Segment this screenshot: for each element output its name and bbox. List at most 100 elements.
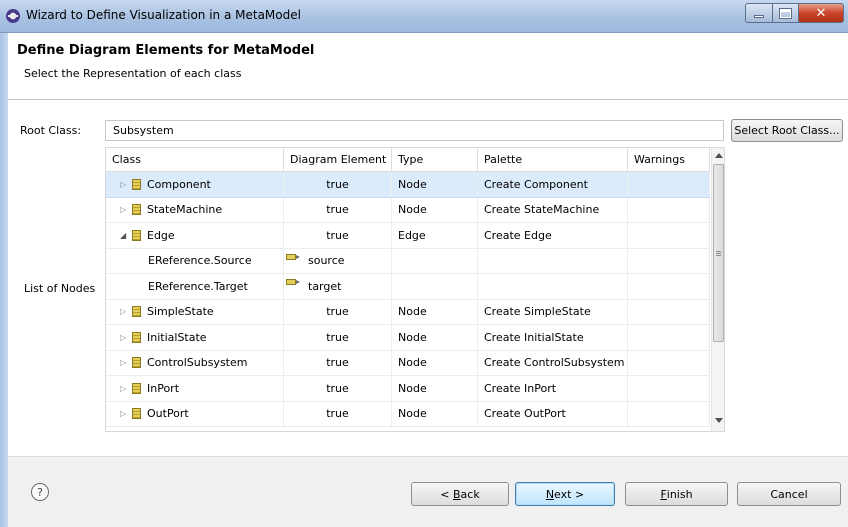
table-row[interactable]: ▷ SimpleState true Node Create SimpleState [106,299,710,325]
expand-arrow-icon[interactable]: ▷ [120,384,130,393]
column-header-type[interactable]: Type [392,148,478,172]
expand-arrow-icon[interactable]: ▷ [120,333,130,342]
cell-palette[interactable]: Create ControlSubsystem [478,350,628,375]
table-row[interactable]: ▷ InitialState true Node Create InitialState [106,325,710,351]
cell-diagram-element[interactable]: true [284,376,392,401]
table-row[interactable]: ▷ ControlSubsystem true Node Create ControlS… [106,350,710,376]
cell-palette[interactable]: Create Edge [478,223,628,248]
help-icon[interactable]: ? [31,483,49,501]
cell-warnings[interactable] [628,223,710,248]
cell-type[interactable]: Node [392,376,478,401]
cell-type[interactable]: Node [392,325,478,350]
cell-warnings[interactable] [628,376,710,401]
cell-palette[interactable]: Create StateMachine [478,197,628,222]
cell-type[interactable]: Node [392,350,478,375]
vertical-scrollbar[interactable] [711,148,724,431]
cell-type[interactable] [392,248,478,273]
cell-warnings[interactable] [628,350,710,375]
column-header-warnings[interactable]: Warnings [628,148,710,172]
maximize-button[interactable] [772,3,799,23]
cell-diagram-element[interactable]: true [284,401,392,426]
cell-palette[interactable] [478,274,628,299]
table-row[interactable]: ▷ Component true Node Create Component [106,172,710,198]
close-button[interactable]: ✕ [798,3,844,23]
cell-diagram-element[interactable]: true [284,350,392,375]
cell-type[interactable]: Node [392,299,478,324]
cell-warnings[interactable] [628,325,710,350]
collapse-arrow-icon[interactable]: ◢ [120,231,130,240]
column-header-class[interactable]: Class [106,148,284,172]
reference-icon [286,279,300,286]
cell-warnings[interactable] [628,248,710,273]
cell-class[interactable]: ▷ InPort [106,376,284,401]
cell-class[interactable]: ▷ InitialState [106,325,284,350]
cell-warnings[interactable] [628,172,710,197]
cell-palette[interactable] [478,248,628,273]
diagram-element-value: true [326,330,349,344]
table-row[interactable]: ◢ Edge true Edge Create Edge [106,223,710,249]
cell-palette[interactable]: Create OutPort [478,401,628,426]
back-button[interactable]: < Back [411,482,509,506]
root-class-label: Root Class: [20,124,82,137]
table-row[interactable]: ▷ StateMachine true Node Create StateMachine [106,197,710,223]
scroll-up-icon[interactable] [715,153,723,158]
cell-class[interactable]: EReference.Target [106,274,284,299]
cell-class[interactable]: ▷ StateMachine [106,197,284,222]
cell-class[interactable]: ◢ Edge [106,223,284,248]
cell-type[interactable] [392,274,478,299]
class-name: SimpleState [147,305,214,319]
column-header-diagram-element[interactable]: Diagram Element [284,148,392,172]
cell-warnings[interactable] [628,274,710,299]
expand-arrow-icon[interactable]: ▷ [120,180,130,189]
expand-arrow-icon[interactable]: ▷ [120,205,130,214]
cell-type[interactable]: Node [392,197,478,222]
cell-diagram-element[interactable]: target [284,274,392,299]
class-icon [132,331,141,343]
expand-arrow-icon[interactable]: ▷ [120,409,130,418]
select-root-class-button[interactable]: Select Root Class... [731,119,843,142]
cell-warnings[interactable] [628,401,710,426]
cell-class[interactable]: ▷ OutPort [106,401,284,426]
cell-warnings[interactable] [628,197,710,222]
cell-palette[interactable]: Create Component [478,172,628,197]
cell-palette[interactable]: Create SimpleState [478,299,628,324]
cell-type[interactable]: Node [392,401,478,426]
cancel-button[interactable]: Cancel [737,482,841,506]
maximize-icon [779,7,792,19]
expand-arrow-icon[interactable]: ▷ [120,307,130,316]
cell-diagram-element[interactable]: true [284,325,392,350]
cell-palette[interactable]: Create InPort [478,376,628,401]
table-row[interactable]: ▷ OutPort true Node Create OutPort [106,401,710,427]
table-row[interactable]: EReference.Target target [106,274,710,300]
next-button[interactable]: Next > [515,482,615,506]
column-header-palette[interactable]: Palette [478,148,628,172]
minimize-button[interactable] [745,3,773,23]
root-class-field[interactable]: Subsystem [105,120,724,141]
cell-type[interactable]: Edge [392,223,478,248]
table-header: Class Diagram Element Type Palette Warni… [106,148,710,172]
page-subtitle: Select the Representation of each class [24,67,242,80]
page-title: Define Diagram Elements for MetaModel [17,43,315,58]
table-row[interactable]: EReference.Source source [106,248,710,274]
cell-type[interactable]: Node [392,172,478,197]
cell-diagram-element[interactable]: true [284,299,392,324]
cell-diagram-element[interactable]: source [284,248,392,273]
cell-class[interactable]: EReference.Source [106,248,284,273]
cell-class[interactable]: ▷ SimpleState [106,299,284,324]
cell-class[interactable]: ▷ Component [106,172,284,197]
scrollbar-thumb[interactable] [713,164,724,342]
scroll-down-icon[interactable] [715,418,723,423]
class-icon [132,382,141,394]
cell-diagram-element[interactable]: true [284,172,392,197]
cell-diagram-element[interactable]: true [284,197,392,222]
table-row[interactable]: ▷ InPort true Node Create InPort [106,376,710,402]
cell-palette[interactable]: Create InitialState [478,325,628,350]
class-name: ControlSubsystem [147,356,248,370]
cell-warnings[interactable] [628,299,710,324]
expand-arrow-icon[interactable]: ▷ [120,358,130,367]
finish-button[interactable]: Finish [625,482,728,506]
diagram-element-value: target [308,279,342,293]
cell-diagram-element[interactable]: true [284,223,392,248]
class-icon [132,408,141,420]
cell-class[interactable]: ▷ ControlSubsystem [106,350,284,375]
